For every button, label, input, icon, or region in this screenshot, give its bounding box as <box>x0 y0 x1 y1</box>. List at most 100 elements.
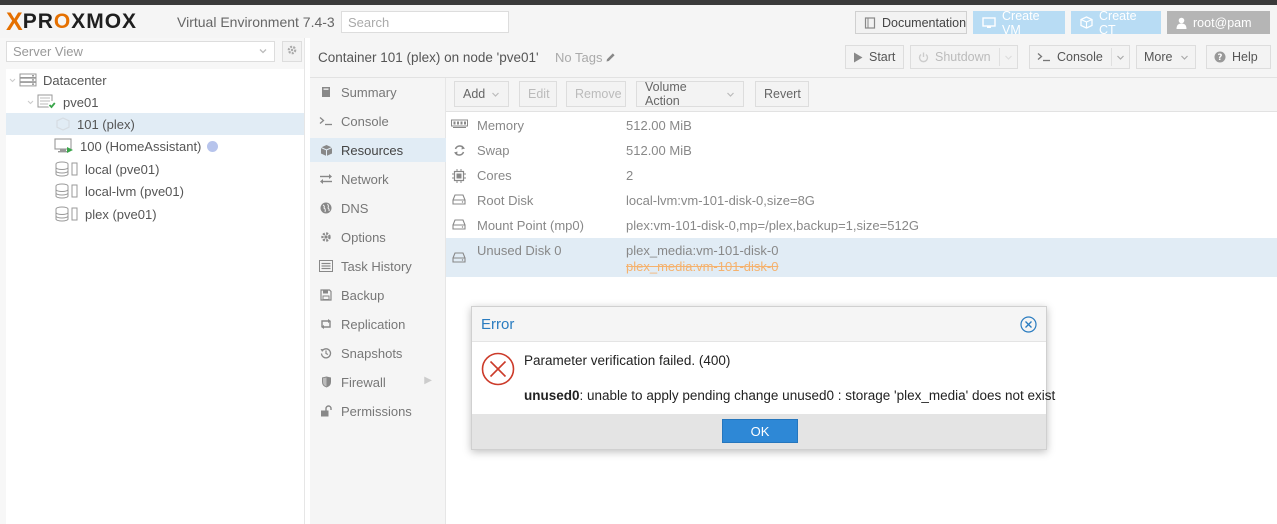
globe-icon <box>319 202 333 214</box>
svg-text:?: ? <box>1218 53 1223 63</box>
error-message: Parameter verification failed. (400) <box>524 353 731 368</box>
start-button[interactable]: Start <box>845 45 904 69</box>
play-icon <box>853 52 863 63</box>
search-input[interactable] <box>341 11 509 33</box>
dialog-header: Error <box>472 307 1046 342</box>
nav-item-firewall[interactable]: Firewall ▶ <box>310 370 446 394</box>
unlock-icon <box>319 405 333 417</box>
revert-button[interactable]: Revert <box>755 81 809 107</box>
more-button[interactable]: More <box>1136 45 1196 69</box>
nav-item-backup[interactable]: Backup <box>310 283 446 307</box>
console-button[interactable]: Console <box>1029 45 1130 69</box>
desktop-icon <box>982 16 996 29</box>
tree-item-storage-local[interactable]: local (pve01) <box>6 158 304 180</box>
remove-button[interactable]: Remove <box>566 81 626 107</box>
cube-icon <box>319 144 333 157</box>
history-icon <box>319 347 333 359</box>
tags-editor[interactable]: No Tags <box>555 50 616 65</box>
error-detail: unused0: unable to apply pending change … <box>524 388 1056 403</box>
retweet-icon <box>319 318 333 330</box>
resources-toolbar: Add Edit Remove Volume Action Revert <box>446 78 1277 112</box>
container-icon <box>55 117 71 131</box>
tree-item-container-101[interactable]: 101 (plex) <box>6 113 304 135</box>
nav-item-console[interactable]: Console <box>310 109 446 133</box>
tree-item-storage-local-lvm[interactable]: local-lvm (pve01) <box>6 180 304 202</box>
close-button[interactable] <box>1020 316 1037 336</box>
server-icon <box>19 73 37 87</box>
hdd-icon <box>450 252 468 263</box>
dialog-title: Error <box>481 316 515 333</box>
node-icon <box>37 94 57 110</box>
nav-item-snapshots[interactable]: Snapshots <box>310 341 446 365</box>
cpu-icon <box>450 169 468 183</box>
create-ct-button[interactable]: Create CT <box>1071 9 1161 37</box>
refresh-icon <box>450 144 468 157</box>
help-button[interactable]: ? Help <box>1206 45 1271 69</box>
resource-tree-panel: Server View Datacenter pve01 101 (plex) … <box>0 38 305 524</box>
chevron-down-icon <box>258 44 268 59</box>
top-bar: XPROXMOX Virtual Environment 7.4-3 Docum… <box>0 5 1277 38</box>
ok-button[interactable]: OK <box>722 419 798 443</box>
content-panel: Container 101 (plex) on node 'pve01' No … <box>310 38 1277 524</box>
tree-item-storage-plex[interactable]: plex (pve01) <box>6 203 304 225</box>
volume-action-button[interactable]: Volume Action <box>636 80 744 108</box>
book-icon <box>864 16 876 29</box>
chevron-down-icon <box>1110 48 1125 66</box>
nav-item-resources[interactable]: Resources <box>310 138 446 162</box>
tree-item-vm-100[interactable]: 100 (HomeAssistant) <box>6 135 304 157</box>
storage-icon <box>55 183 79 199</box>
resource-row-mount-point[interactable]: Mount Point (mp0) plex:vm-101-disk-0,mp=… <box>446 213 1277 238</box>
edit-button[interactable]: Edit <box>519 81 557 107</box>
chevron-down-icon <box>1180 53 1189 62</box>
nav-item-network[interactable]: Network <box>310 167 446 191</box>
tree-item-pve01[interactable]: pve01 <box>6 91 304 113</box>
resource-row-swap[interactable]: Swap 512.00 MiB <box>446 138 1277 163</box>
resource-tree: Datacenter pve01 101 (plex) 100 (HomeAss… <box>6 69 304 524</box>
book-icon <box>319 86 333 98</box>
error-icon <box>481 352 515 389</box>
memory-icon <box>450 119 468 129</box>
shutdown-button[interactable]: Shutdown <box>910 45 1018 69</box>
nav-item-replication[interactable]: Replication <box>310 312 446 336</box>
user-menu-button[interactable]: root@pam <box>1167 11 1270 34</box>
terminal-icon <box>1037 52 1051 62</box>
power-icon <box>918 52 929 63</box>
list-icon <box>319 260 333 272</box>
resource-row-memory[interactable]: Memory 512.00 MiB <box>446 113 1277 138</box>
chevron-down-icon <box>24 98 37 107</box>
chevron-down-icon <box>6 76 19 85</box>
chevron-down-icon <box>998 48 1013 66</box>
documentation-button[interactable]: Documentation <box>855 11 967 34</box>
nav-item-summary[interactable]: Summary <box>310 80 446 104</box>
proxmox-logo[interactable]: X PROXMOX <box>6 9 137 35</box>
storage-icon <box>55 161 79 177</box>
server-view-select[interactable]: Server View <box>6 41 275 62</box>
status-dot <box>207 140 219 152</box>
nav-item-permissions[interactable]: Permissions <box>310 399 446 423</box>
nav-item-dns[interactable]: DNS <box>310 196 446 220</box>
resource-row-unused-disk[interactable]: Unused Disk 0 plex_media:vm-101-disk-0 p… <box>446 238 1277 277</box>
storage-icon <box>55 206 79 222</box>
nav-item-task-history[interactable]: Task History <box>310 254 446 278</box>
close-icon <box>1020 316 1037 336</box>
exchange-icon <box>319 173 333 185</box>
chevron-down-icon <box>726 90 735 99</box>
resource-row-cores[interactable]: Cores 2 <box>446 163 1277 188</box>
vm-icon <box>54 138 74 154</box>
floppy-icon <box>319 289 333 301</box>
container-nav: Summary Console Resources Network DNS Op… <box>310 78 446 524</box>
dialog-footer: OK <box>472 414 1046 449</box>
resource-row-root-disk[interactable]: Root Disk local-lvm:vm-101-disk-0,size=8… <box>446 188 1277 213</box>
chevron-down-icon <box>491 90 500 99</box>
error-dialog: Error Parameter verification failed. (40… <box>471 306 1055 450</box>
tree-item-datacenter[interactable]: Datacenter <box>6 69 304 91</box>
add-button[interactable]: Add <box>454 81 509 107</box>
nav-item-options[interactable]: Options <box>310 225 446 249</box>
pencil-icon <box>605 52 616 63</box>
version-label: Virtual Environment 7.4-3 <box>177 14 335 30</box>
tree-settings-button[interactable] <box>282 41 302 62</box>
gear-icon <box>286 44 298 59</box>
page-title: Container 101 (plex) on node 'pve01' <box>318 50 539 65</box>
pending-removal-value: plex_media:vm-101-disk-0 <box>626 259 779 274</box>
create-vm-button[interactable]: Create VM <box>973 9 1065 37</box>
